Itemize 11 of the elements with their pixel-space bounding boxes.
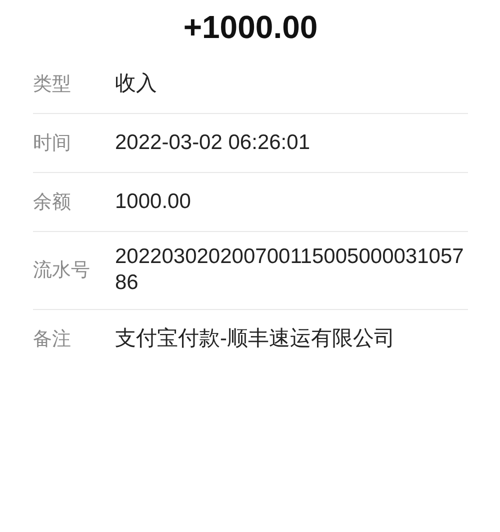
detail-value: 收入 — [115, 70, 157, 97]
detail-label: 类型 — [33, 72, 72, 97]
detail-value: 20220302020070011500500003105786 — [115, 244, 465, 296]
detail-value: 支付宝付款-顺丰速运有限公司 — [115, 326, 395, 352]
detail-value: 2022-03-02 06:26:01 — [115, 130, 310, 156]
transaction-amount: +1000.00 — [182, 8, 319, 47]
detail-label: 备注 — [33, 327, 72, 352]
detail-label: 流水号 — [33, 258, 91, 284]
detail-label: 时间 — [33, 131, 72, 156]
detail-value: 1000.00 — [115, 188, 191, 215]
detail-label: 余额 — [33, 190, 72, 215]
